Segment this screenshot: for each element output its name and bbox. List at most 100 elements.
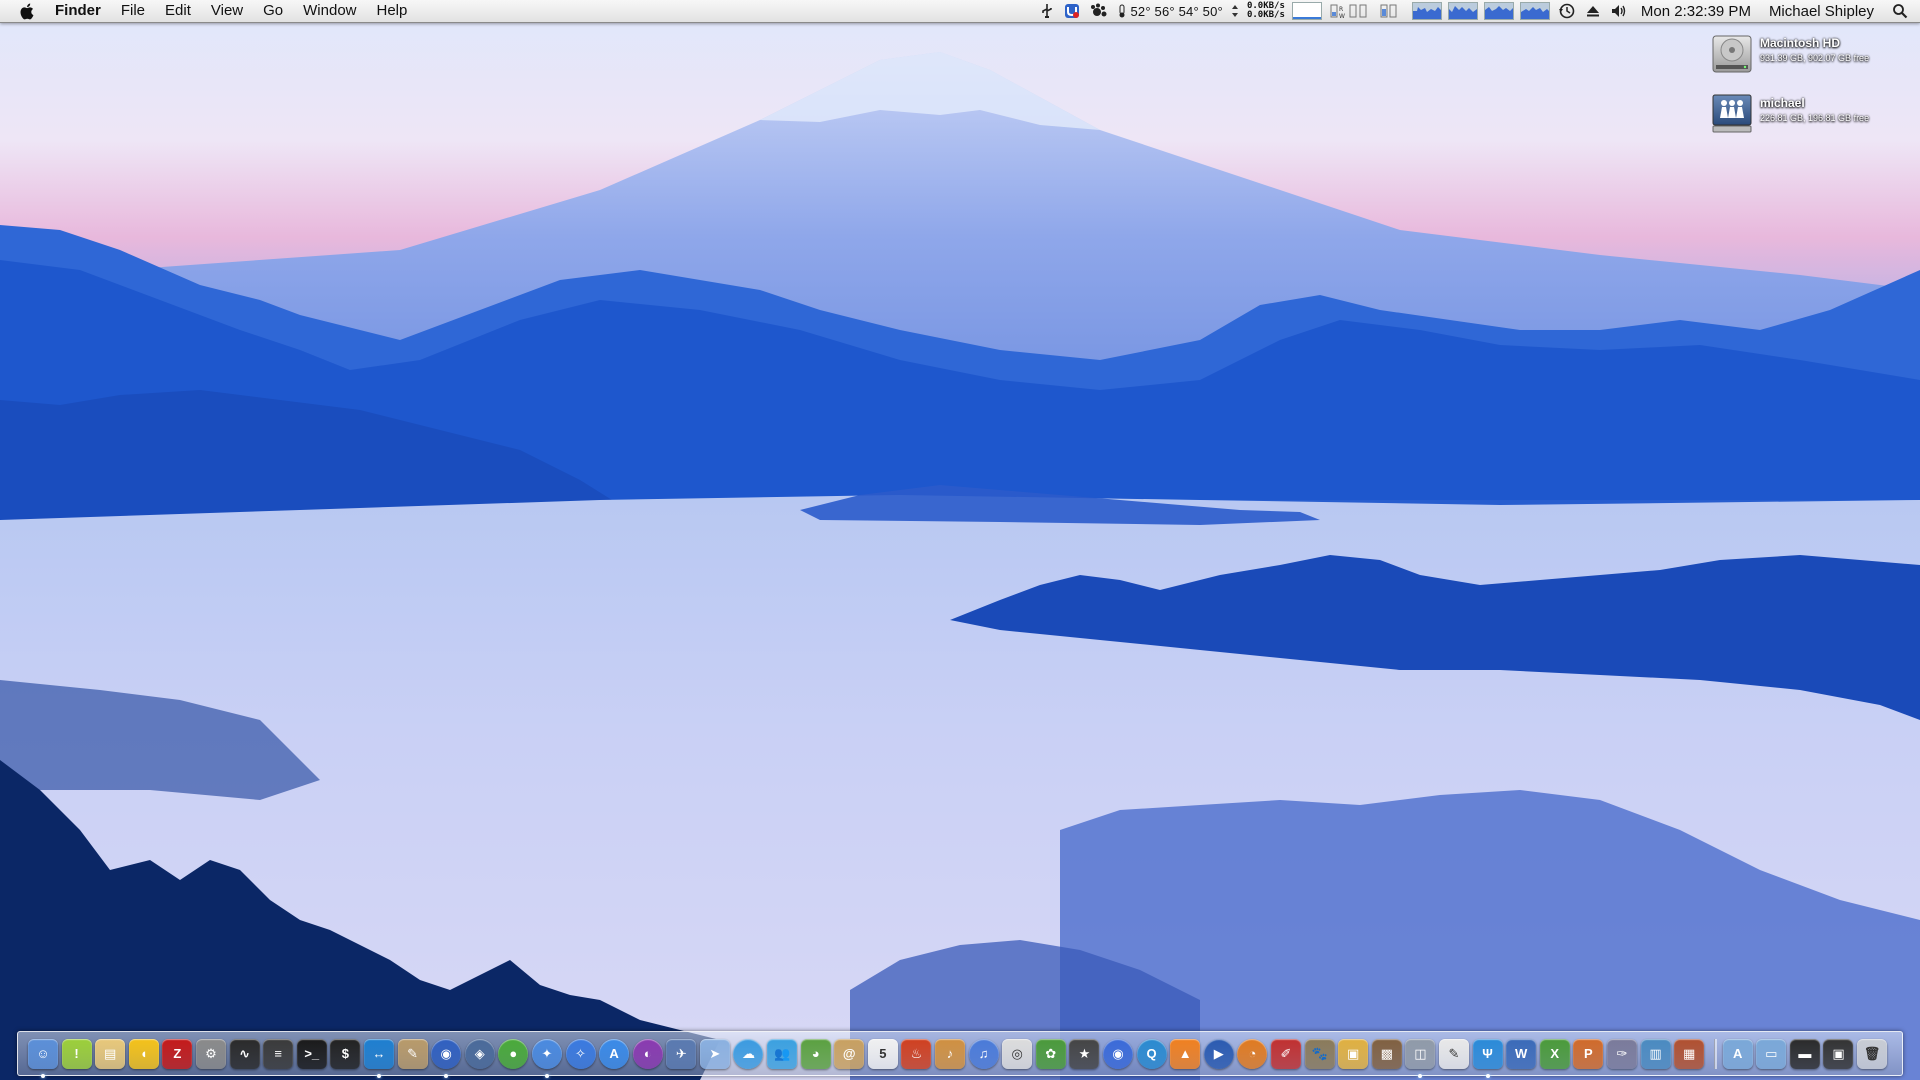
dock-item-blender[interactable]: ◔: [1237, 1038, 1268, 1069]
iphoto-icon: ▩: [1380, 1045, 1393, 1061]
dock-item-teamviewer[interactable]: ↔: [363, 1038, 394, 1078]
dock-item-dashboard[interactable]: ◈: [464, 1038, 495, 1069]
cpu-core-3-graph[interactable]: [1483, 2, 1514, 20]
dock-item-safari[interactable]: ✦: [531, 1038, 562, 1078]
dock-item-word[interactable]: W: [1506, 1038, 1537, 1069]
usb-icon[interactable]: [1035, 0, 1059, 22]
desktop-icon-macintosh-hd[interactable]: Macintosh HD 931.39 GB, 902.07 GB free: [1710, 32, 1869, 76]
dock-item-adium[interactable]: ◕: [800, 1038, 831, 1069]
dock-item-app-store[interactable]: A: [599, 1038, 630, 1069]
menu-clock[interactable]: Mon 2:32:39 PM: [1633, 3, 1761, 20]
powerpoint-icon: P: [1583, 1046, 1593, 1061]
pencil-icon: ✑: [1616, 1045, 1628, 1061]
photo-booth-icon: ◫: [1414, 1045, 1427, 1061]
dock-item-powerpoint[interactable]: P: [1573, 1038, 1604, 1069]
dock-item-presentation[interactable]: ▦: [1674, 1038, 1705, 1069]
dock-item-preview[interactable]: ▤: [95, 1038, 126, 1069]
dock-item-vlc[interactable]: ▲: [1170, 1038, 1201, 1069]
cpu-core-4-graph[interactable]: [1519, 2, 1550, 20]
network-speed[interactable]: 0.0KB/s 0.0KB/s: [1243, 0, 1289, 22]
dock-item-activity-monitor[interactable]: ∿: [229, 1038, 260, 1069]
quicktime-icon: Q: [1146, 1046, 1157, 1061]
dock-item-itunes[interactable]: ♫: [968, 1038, 999, 1069]
eject-icon[interactable]: [1581, 0, 1605, 22]
apple-menu-icon[interactable]: [17, 0, 35, 22]
menu-app-finder[interactable]: Finder: [45, 0, 111, 22]
dock-item-applications-stack[interactable]: A: [1722, 1038, 1753, 1069]
dock-item-network-utility[interactable]: ◉: [431, 1038, 462, 1078]
dock-item-garageband[interactable]: ♪: [935, 1038, 966, 1069]
ipod-icon: ◎: [1011, 1045, 1023, 1061]
spotlight-icon[interactable]: [1882, 0, 1920, 22]
dock-item-logic[interactable]: ♨: [901, 1038, 932, 1069]
dock-item-screen-stack[interactable]: ▬: [1789, 1038, 1820, 1069]
dock-item-textedit[interactable]: ✎: [1438, 1038, 1469, 1069]
documents-stack-icon: ▭: [1765, 1045, 1778, 1061]
dock-item-stickies[interactable]: !: [61, 1038, 92, 1069]
dock-item-torrent[interactable]: ◐: [632, 1038, 663, 1069]
dock-item-pencil[interactable]: ✑: [1606, 1038, 1637, 1069]
address-book-icon: @: [842, 1046, 856, 1061]
cpu-graph-icon[interactable]: [1411, 2, 1442, 20]
dock-item-image-capture[interactable]: ▣: [1338, 1038, 1369, 1069]
memory-icon[interactable]: [1375, 0, 1409, 22]
dock-item-safari-webkit[interactable]: ✧: [565, 1038, 596, 1069]
garageband-icon: ♪: [946, 1046, 954, 1061]
network-graph-icon[interactable]: [1291, 2, 1322, 20]
dock-item-monitor-stack[interactable]: ▣: [1823, 1038, 1854, 1069]
dock-item-mail[interactable]: ➤: [699, 1038, 730, 1069]
dock-item-ichat[interactable]: ☁: [733, 1038, 764, 1069]
dock-item-documents-stack[interactable]: ▭: [1756, 1038, 1787, 1069]
dock-item-console[interactable]: ≡: [263, 1038, 294, 1069]
ublock-icon[interactable]: [1059, 0, 1085, 22]
dock-item-quicktime-player[interactable]: ▶: [1203, 1038, 1234, 1069]
menu-window[interactable]: Window: [293, 0, 366, 22]
dock-item-xcode[interactable]: ✈: [666, 1038, 697, 1069]
dock-item-camino[interactable]: ●: [498, 1038, 529, 1069]
safari-icon: ✦: [541, 1045, 553, 1061]
dock-item-ical[interactable]: 5: [867, 1038, 898, 1069]
dock-item-script-editor[interactable]: ✎: [397, 1038, 428, 1069]
fast-user-switch[interactable]: Michael Shipley: [1761, 3, 1882, 20]
dock-item-photo-booth[interactable]: ◫: [1405, 1038, 1436, 1078]
dock-item-excel[interactable]: X: [1539, 1038, 1570, 1069]
dock-item-address-book[interactable]: @: [834, 1038, 865, 1069]
volume-icon[interactable]: [1605, 0, 1633, 22]
menu-view[interactable]: View: [201, 0, 253, 22]
dock-item-gimp[interactable]: 🐾: [1304, 1038, 1335, 1069]
monitor-stack-icon: ▣: [1832, 1045, 1845, 1061]
svg-text:W: W: [1339, 13, 1345, 19]
dock-item-filezilla[interactable]: Z: [162, 1038, 193, 1069]
dock-item-neptune[interactable]: Ψ: [1472, 1038, 1503, 1078]
desktop-icon-michael[interactable]: michael 226.81 GB, 196.81 GB free: [1710, 92, 1869, 136]
disk-activity-icon[interactable]: RW: [1325, 0, 1375, 22]
gear-paw-icon[interactable]: [1085, 0, 1113, 22]
dock-item-numbers[interactable]: ▥: [1640, 1038, 1671, 1069]
vlc-icon: ▲: [1178, 1046, 1192, 1061]
desktop-icon-info: 226.81 GB, 196.81 GB free: [1760, 113, 1870, 123]
numbers-icon: ▥: [1649, 1045, 1662, 1061]
dock-item-dvd-player[interactable]: ◉: [1103, 1038, 1133, 1069]
dock-item-ipod[interactable]: ◎: [1002, 1038, 1033, 1069]
menu-file[interactable]: File: [111, 0, 155, 22]
dock-item-trash[interactable]: 🗑: [1857, 1038, 1888, 1069]
dock-item-messenger[interactable]: 👥: [767, 1038, 798, 1069]
dock-item-cyberduck[interactable]: ◖: [128, 1038, 159, 1069]
dock-item-finder[interactable]: ☺: [28, 1038, 58, 1078]
temperature-readout[interactable]: 52° 56° 54° 50°: [1113, 0, 1242, 22]
menu-go[interactable]: Go: [253, 0, 293, 22]
cpu-core-2-graph[interactable]: [1447, 2, 1478, 20]
dock-item-system-preferences[interactable]: ⚙: [195, 1038, 226, 1069]
menu-edit[interactable]: Edit: [155, 0, 201, 22]
dock-item-terminal[interactable]: >_: [296, 1038, 327, 1069]
dock-item-imovie[interactable]: ★: [1069, 1038, 1100, 1069]
dock-item-quicktime[interactable]: Q: [1136, 1038, 1167, 1069]
messenger-icon: 👥: [773, 1045, 791, 1061]
dock-item-secure-shell[interactable]: $: [330, 1038, 361, 1069]
camino-icon: ●: [509, 1046, 518, 1061]
dock-item-fruit-menu[interactable]: ✿: [1035, 1038, 1066, 1069]
menu-help[interactable]: Help: [367, 0, 418, 22]
time-machine-icon[interactable]: [1553, 0, 1581, 22]
dock-item-scrivener[interactable]: ✐: [1270, 1038, 1301, 1069]
dock-item-iphoto[interactable]: ▩: [1371, 1038, 1402, 1069]
